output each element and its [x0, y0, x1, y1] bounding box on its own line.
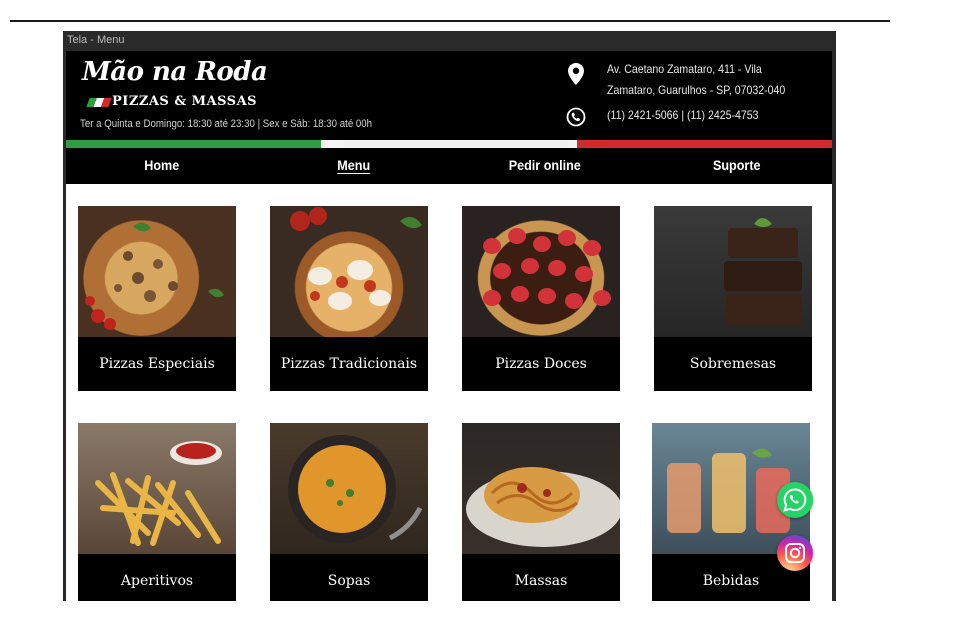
massa-image — [462, 423, 620, 554]
phone-numbers[interactable]: (11) 2421-5066 | (11) 2425-4753 — [607, 105, 758, 126]
stripe-red — [576, 140, 832, 148]
category-label: Pizzas Tradicionais — [280, 356, 418, 372]
category-label: Massas — [514, 573, 568, 589]
stripe-green — [66, 140, 322, 148]
main-nav: Home Menu Pedir online Suporte — [66, 148, 832, 184]
stripe-white — [321, 140, 577, 148]
pizza-doce-image — [462, 206, 620, 337]
italy-flag-icon — [86, 98, 112, 107]
brand-name: Mão na Roda — [82, 57, 268, 87]
whatsapp-icon — [783, 488, 807, 512]
nav-home[interactable]: Home — [76, 148, 248, 184]
site-header: Mão na Roda PIZZAS & MASSAS Ter a Quinta… — [66, 51, 832, 141]
phone-icon — [563, 104, 589, 130]
nav-menu-label: Menu — [336, 157, 370, 173]
brand-logo[interactable]: Mão na Roda PIZZAS & MASSAS — [80, 57, 270, 115]
category-label: Sobremesas — [689, 356, 777, 372]
location-pin-icon — [563, 61, 589, 87]
nav-support[interactable]: Suporte — [650, 148, 822, 184]
opening-hours: Ter a Quinta e Domingo: 18:30 até 23:30 … — [80, 118, 373, 130]
window-title: Tela - Menu — [67, 34, 125, 46]
nav-menu[interactable]: Menu — [267, 148, 439, 184]
category-card-pizzas-tradicionais[interactable]: Pizzas Tradicionais — [270, 206, 428, 391]
sobremesa-image — [654, 206, 812, 337]
aperitivo-image — [78, 423, 236, 554]
category-card-massas[interactable]: Massas — [462, 423, 620, 601]
category-card-aperitivos[interactable]: Aperitivos — [78, 423, 236, 601]
category-label: Sopas — [327, 573, 371, 589]
category-card-sobremesas[interactable]: Sobremesas — [654, 206, 812, 391]
category-card-pizzas-especiais[interactable]: Pizzas Especiais — [78, 206, 236, 391]
instagram-button[interactable] — [777, 535, 813, 571]
category-label: Pizzas Especiais — [99, 356, 215, 372]
address-line-1: Av. Caetano Zamataro, 411 - Vila — [607, 62, 762, 76]
nav-home-label: Home — [144, 157, 180, 173]
instagram-icon — [785, 543, 805, 563]
whatsapp-button[interactable] — [777, 482, 813, 518]
top-divider — [10, 20, 890, 22]
nav-order-online-label: Pedir online — [508, 157, 581, 173]
page-content[interactable]: Mão na Roda PIZZAS & MASSAS Ter a Quinta… — [66, 51, 832, 601]
app-window: Tela - Menu Mão na Roda PIZZAS & MASSAS … — [63, 31, 836, 601]
brand-tagline: PIZZAS & MASSAS — [112, 94, 258, 109]
address-line-2: Zamataro, Guarulhos - SP, 07032-040 — [607, 83, 786, 97]
pizza-especial-image — [78, 206, 236, 337]
category-label: Aperitivos — [120, 573, 194, 589]
nav-support-label: Suporte — [712, 157, 761, 173]
flag-stripe — [66, 140, 832, 148]
category-label: Pizzas Doces — [495, 356, 587, 372]
sopa-image — [270, 423, 428, 554]
nav-order-online[interactable]: Pedir online — [459, 148, 631, 184]
address-block: Av. Caetano Zamataro, 411 - Vila Zamatar… — [563, 59, 832, 101]
phone-block: (11) 2421-5066 | (11) 2425-4753 — [563, 105, 832, 129]
category-card-sopas[interactable]: Sopas — [270, 423, 428, 601]
category-card-pizzas-doces[interactable]: Pizzas Doces — [462, 206, 620, 391]
pizza-tradicional-image — [270, 206, 428, 337]
